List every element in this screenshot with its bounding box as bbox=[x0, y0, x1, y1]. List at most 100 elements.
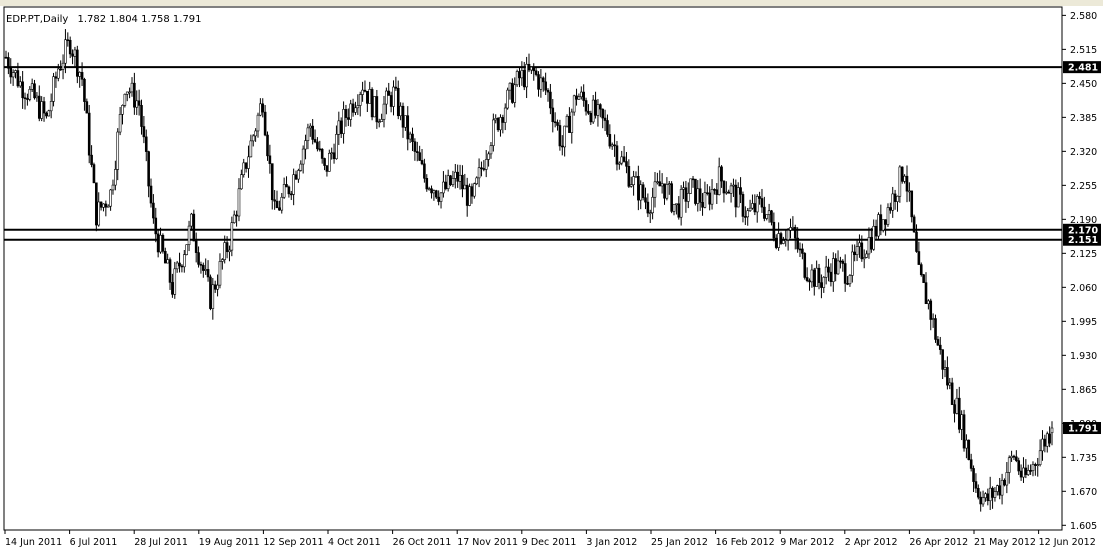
candle-body bbox=[135, 100, 139, 108]
candle-body bbox=[701, 202, 704, 208]
candle-body bbox=[190, 213, 193, 227]
candle-body bbox=[570, 111, 574, 133]
candle-body bbox=[791, 226, 795, 229]
candle-body bbox=[30, 83, 34, 90]
candle-body bbox=[615, 145, 619, 165]
candle-body bbox=[266, 134, 269, 157]
candle-body bbox=[242, 162, 246, 176]
candle-body bbox=[356, 105, 360, 109]
candle-body bbox=[56, 68, 60, 79]
candle-body bbox=[166, 259, 169, 264]
x-tick-label: 14 Jun 2011 bbox=[5, 537, 62, 548]
candle-body bbox=[396, 88, 400, 117]
candle-body bbox=[703, 192, 707, 208]
candle-body bbox=[755, 196, 759, 213]
candle-body bbox=[114, 169, 117, 186]
candle-body bbox=[354, 107, 357, 113]
candle-body bbox=[411, 133, 414, 142]
candle-body bbox=[204, 269, 207, 271]
candle-body bbox=[299, 163, 303, 171]
candle-body bbox=[948, 382, 952, 386]
candle-body bbox=[330, 152, 333, 155]
candle-body bbox=[182, 254, 186, 268]
candle-body bbox=[228, 249, 231, 253]
candle-body bbox=[898, 166, 902, 197]
candle-body bbox=[121, 105, 124, 115]
candle-body bbox=[297, 170, 300, 180]
candle-body bbox=[518, 71, 521, 79]
candle-body bbox=[54, 76, 58, 79]
candle-body bbox=[454, 171, 457, 179]
candle-body bbox=[78, 72, 81, 77]
candle-body bbox=[52, 76, 55, 102]
candle-body bbox=[658, 181, 662, 187]
candle-body bbox=[556, 122, 559, 126]
candle-body bbox=[456, 171, 459, 182]
candle-body bbox=[541, 77, 545, 83]
candle-body bbox=[415, 151, 419, 153]
candle-body bbox=[375, 96, 379, 123]
candle-body bbox=[458, 174, 462, 182]
candle-body bbox=[891, 193, 895, 211]
x-tick-label: 19 Aug 2011 bbox=[199, 537, 260, 548]
candle-body bbox=[820, 282, 823, 288]
candle-body bbox=[434, 190, 438, 198]
candle-body bbox=[760, 198, 764, 208]
candle-body bbox=[934, 318, 937, 340]
candle-body bbox=[235, 214, 238, 217]
candle-body bbox=[686, 193, 690, 202]
candle-body bbox=[61, 62, 65, 70]
candle-body bbox=[746, 210, 750, 218]
candle-body bbox=[955, 397, 959, 414]
candle-body bbox=[261, 103, 265, 113]
candle-body bbox=[843, 263, 847, 284]
y-tick-label: 2.450 bbox=[1070, 79, 1097, 90]
candle-body bbox=[972, 468, 975, 482]
candle-body bbox=[90, 154, 93, 165]
candle-body bbox=[125, 91, 129, 95]
candle-body bbox=[660, 183, 664, 187]
candle-body bbox=[572, 95, 576, 113]
candle-body bbox=[487, 153, 490, 160]
candle-body bbox=[11, 72, 15, 78]
candle-body bbox=[915, 231, 918, 252]
candle-body bbox=[896, 195, 899, 202]
candle-body bbox=[981, 497, 985, 505]
candle-body bbox=[7, 57, 10, 69]
candle-body bbox=[332, 152, 336, 160]
candle-body bbox=[1026, 470, 1030, 475]
candle-body bbox=[21, 81, 24, 99]
candle-body bbox=[463, 184, 467, 190]
candle-body bbox=[308, 125, 312, 129]
candle-body bbox=[218, 261, 222, 286]
candle-body bbox=[311, 125, 314, 140]
x-tick-label: 25 Jan 2012 bbox=[651, 537, 708, 548]
candle-body bbox=[259, 103, 262, 116]
candle-body bbox=[634, 176, 638, 178]
candle-body bbox=[152, 202, 155, 219]
candle-body bbox=[537, 74, 540, 90]
candle-body bbox=[475, 177, 479, 185]
x-tick-label: 9 Mar 2012 bbox=[780, 537, 834, 548]
candle-body bbox=[401, 105, 405, 128]
candle-body bbox=[620, 156, 624, 164]
candle-body bbox=[922, 274, 925, 283]
y-tick-label: 1.995 bbox=[1070, 317, 1097, 328]
candle-body bbox=[848, 275, 852, 285]
candle-body bbox=[851, 251, 854, 276]
x-tick-label: 21 May 2012 bbox=[974, 537, 1036, 548]
candle-body bbox=[256, 114, 260, 132]
candlestick-chart[interactable]: EDP.PT,Daily 1.782 1.804 1.758 1.791 2.5… bbox=[0, 6, 1103, 555]
candle-body bbox=[130, 82, 134, 93]
x-tick-label: 12 Jun 2012 bbox=[1039, 537, 1096, 548]
candle-body bbox=[368, 89, 372, 104]
candle-body bbox=[694, 178, 697, 204]
candle-body bbox=[625, 161, 628, 167]
x-tick-label: 17 Nov 2011 bbox=[457, 537, 518, 548]
candle-body bbox=[313, 139, 317, 143]
candle-body bbox=[37, 95, 41, 119]
candle-body bbox=[432, 190, 436, 194]
candle-body bbox=[967, 439, 971, 461]
candle-body bbox=[736, 187, 740, 208]
candle-body bbox=[45, 112, 48, 117]
